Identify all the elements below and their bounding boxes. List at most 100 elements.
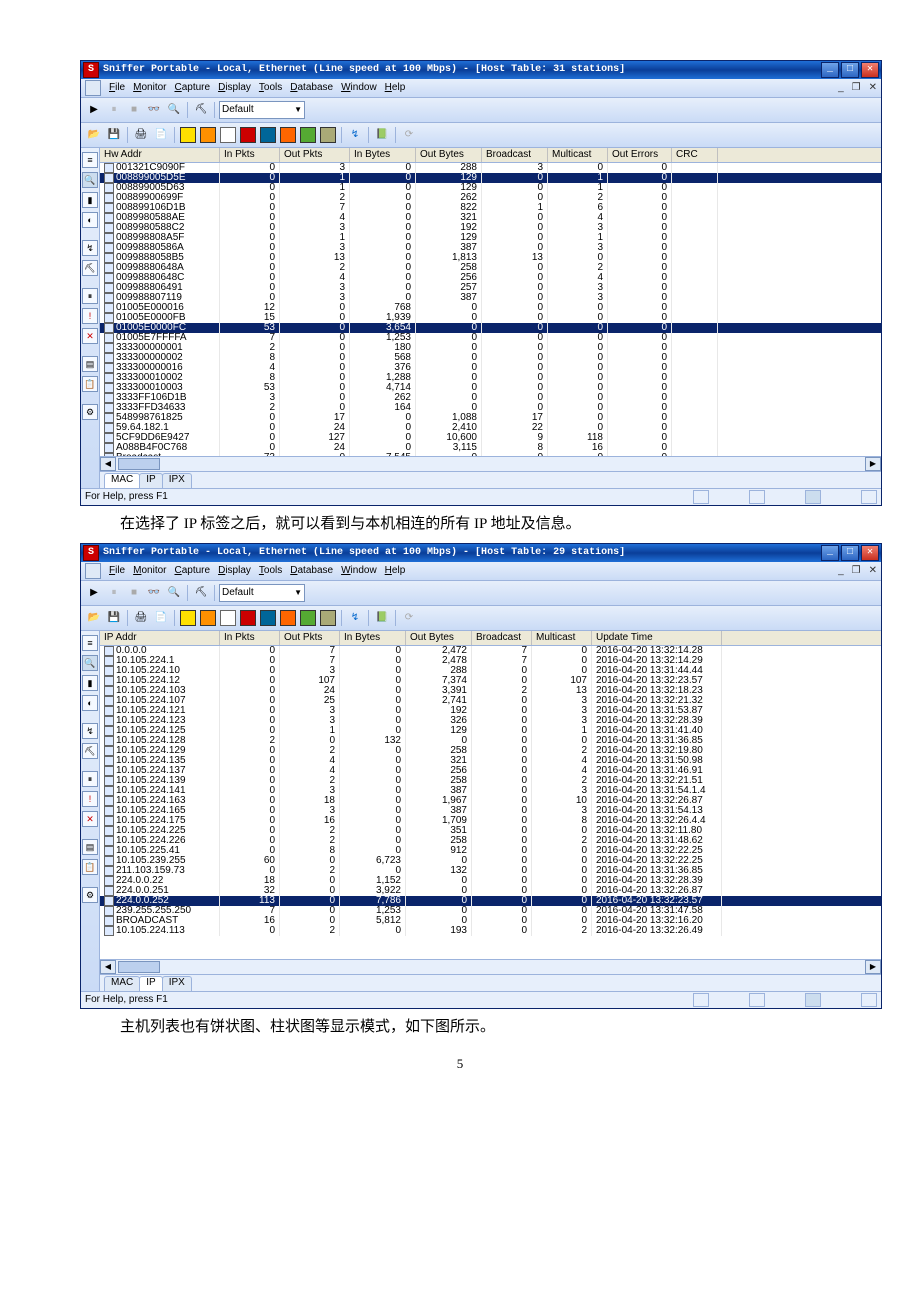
host-table-icon[interactable] [199,609,217,627]
menu-database[interactable]: Database [290,565,333,577]
menu-database[interactable]: Database [290,82,333,94]
table-row[interactable]: 10.105.224.10702502,741032016-04-20 13:3… [100,696,881,706]
table-row[interactable]: 008899106D1B070822160 [100,203,881,213]
define-filter-icon[interactable]: ⛏ [192,101,210,119]
table-row[interactable]: 10.105.224.225020351002016-04-20 13:32:1… [100,826,881,836]
address-book-icon[interactable]: 📗 [373,609,391,627]
mdi-close-button[interactable]: ✕ [869,565,877,577]
table-row[interactable]: 008998808A5F010129010 [100,233,881,243]
col-broadcast[interactable]: Broadcast [482,148,548,162]
table-row[interactable]: 10.105.225.41080912002016-04-20 13:32:22… [100,846,881,856]
open-icon[interactable]: 📂 [85,609,103,627]
table-row[interactable]: 008899005D63010129010 [100,183,881,193]
menu-capture[interactable]: Capture [174,565,210,577]
table-row[interactable]: 10.105.224.113020193022016-04-20 13:32:2… [100,926,881,936]
scroll-left-icon[interactable]: ◀ [100,960,116,974]
dashboard-icon[interactable] [179,126,197,144]
table-row[interactable]: 0089980588AE040321040 [100,213,881,223]
mdi-icon[interactable] [85,80,101,96]
binoculars-icon[interactable]: 👓 [145,101,163,119]
capture-icon[interactable]: ↯ [82,240,98,256]
art-icon[interactable] [239,609,257,627]
table-row[interactable]: 008899005D5E010129010 [100,173,881,183]
grid-body[interactable]: 001321C9090F030288300008899005D5E0101290… [100,163,881,456]
col-inbytes[interactable]: In Bytes [350,148,416,162]
table-row[interactable]: 3333FFD34633201640000 [100,403,881,413]
capture-icon[interactable]: ↯ [82,723,98,739]
table-row[interactable]: 3333FF106D1B302620000 [100,393,881,403]
table-row[interactable]: 0099888058B501301,8131300 [100,253,881,263]
table-row[interactable]: 10.105.224.10302403,3912132016-04-20 13:… [100,686,881,696]
play-icon[interactable]: ▶ [85,584,103,602]
menu-file[interactable]: File [109,82,125,94]
col-inpkts[interactable]: In Pkts [220,148,280,162]
grid-body[interactable]: 0.0.0.00702,472702016-04-20 13:32:14.28 1… [100,646,881,959]
history-icon[interactable] [279,126,297,144]
table-row[interactable]: 10.105.224.121030192032016-04-20 13:31:5… [100,706,881,716]
menu-file[interactable]: File [109,565,125,577]
save-icon[interactable]: 💾 [105,126,123,144]
table-row[interactable]: 0089980588C2030192030 [100,223,881,233]
table-row[interactable]: 00998880648C040256040 [100,273,881,283]
matrix-icon[interactable] [219,126,237,144]
table-row[interactable]: 333300000001201800000 [100,343,881,353]
menu-monitor[interactable]: Monitor [133,565,166,577]
col-hwaddr[interactable]: Hw Addr [100,148,220,162]
hscrollbar[interactable]: ◀ ▶ [100,456,881,471]
mdi-restore-button[interactable]: ❐ [852,82,861,94]
scroll-thumb[interactable] [118,961,160,973]
pie-view-icon[interactable]: ◐ [82,212,98,228]
delete-icon[interactable]: ✕ [82,811,98,827]
mdi-icon[interactable] [85,563,101,579]
close-button[interactable]: ✕ [861,62,879,78]
col-outbytes[interactable]: Out Bytes [406,631,472,645]
table-row[interactable]: 10.105.224.226020258022016-04-20 13:31:4… [100,836,881,846]
col-outerrors[interactable]: Out Errors [608,148,672,162]
export-icon[interactable]: ▤ [82,839,98,855]
titlebar[interactable]: S Sniffer Portable - Local, Ethernet (Li… [81,544,881,562]
mdi-minimize-button[interactable]: _ [838,82,844,94]
col-multicast[interactable]: Multicast [548,148,608,162]
mdi-restore-button[interactable]: ❐ [852,565,861,577]
table-row[interactable]: 01005E0000FB1501,9390000 [100,313,881,323]
menu-tools[interactable]: Tools [259,82,282,94]
table-row[interactable]: 239.255.255.250701,2530002016-04-20 13:3… [100,906,881,916]
options-icon[interactable]: ⚙ [82,404,98,420]
table-row[interactable]: 10.105.224.125010129012016-04-20 13:31:4… [100,726,881,736]
binoculars-icon[interactable]: 👓 [145,584,163,602]
menu-help[interactable]: Help [385,565,406,577]
col-outpkts[interactable]: Out Pkts [280,631,340,645]
col-crc[interactable]: CRC [672,148,718,162]
table-row[interactable]: 59.64.182.102402,4102200 [100,423,881,433]
table-row[interactable]: 10.105.224.141030387032016-04-20 13:31:5… [100,786,881,796]
menu-capture[interactable]: Capture [174,82,210,94]
col-inpkts[interactable]: In Pkts [220,631,280,645]
scroll-right-icon[interactable]: ▶ [865,457,881,471]
table-row[interactable]: 5CF9DD6E94270127010,60091180 [100,433,881,443]
tab-mac[interactable]: MAC [104,976,140,991]
stop-icon[interactable]: ■ [125,101,143,119]
print-preview-icon[interactable]: 📄 [152,126,170,144]
bar-view-icon[interactable]: ▮ [82,192,98,208]
filter-icon[interactable]: ⛏ [82,743,98,759]
capture-panel-icon[interactable]: ↯ [346,609,364,627]
col-ipaddr[interactable]: IP Addr [100,631,220,645]
scroll-left-icon[interactable]: ◀ [100,457,116,471]
protocol-icon[interactable] [259,609,277,627]
menu-display[interactable]: Display [218,82,251,94]
table-row[interactable]: 0.0.0.00702,472702016-04-20 13:32:14.28 [100,646,881,656]
properties-icon[interactable]: 📋 [82,859,98,875]
table-row[interactable]: BROADCAST1605,8120002016-04-20 13:32:16.… [100,916,881,926]
address-book-icon[interactable]: 📗 [373,126,391,144]
pause-icon[interactable]: ⏸ [105,101,123,119]
table-row[interactable]: 333300000002805680000 [100,353,881,363]
pause-icon[interactable]: ⏸ [105,584,123,602]
detail-view-icon[interactable]: 🔍 [82,172,98,188]
global-icon[interactable] [299,126,317,144]
table-row[interactable]: 10.105.224.17501601,709082016-04-20 13:3… [100,816,881,826]
maximize-button[interactable]: □ [841,545,859,561]
table-row[interactable]: 10.105.224.16301801,9670102016-04-20 13:… [100,796,881,806]
tab-ip[interactable]: IP [139,976,162,991]
table-row[interactable]: 224.0.0.221801,1520002016-04-20 13:32:28… [100,876,881,886]
minimize-button[interactable]: _ [821,545,839,561]
